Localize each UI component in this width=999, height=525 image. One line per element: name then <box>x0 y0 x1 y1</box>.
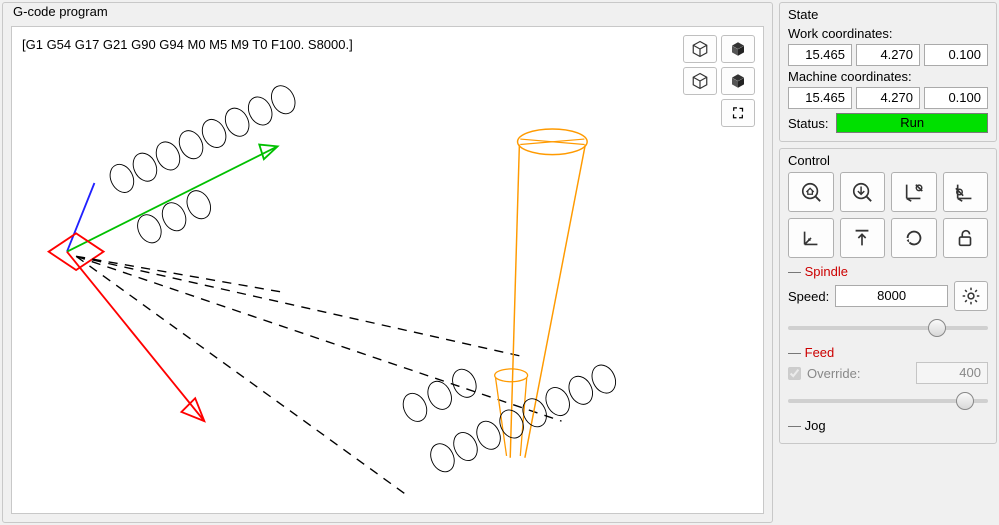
work-coordinates-label: Work coordinates: <box>788 26 988 41</box>
control-panel: Control <box>779 148 997 444</box>
safe-z-button[interactable] <box>840 218 886 258</box>
gcode-program-panel: G-code program [G1 G54 G17 G21 G90 G94 M… <box>2 2 773 523</box>
refresh-icon <box>903 227 925 249</box>
cube-filled-alt-icon <box>729 72 747 90</box>
unlock-button[interactable] <box>943 218 989 258</box>
cube-outline-icon <box>691 40 709 58</box>
work-x-value: 15.465 <box>788 44 852 66</box>
feed-label: Feed <box>805 345 835 360</box>
spindle-settings-button[interactable] <box>954 281 988 311</box>
control-title: Control <box>788 153 988 168</box>
zero-z-button[interactable] <box>943 172 989 212</box>
gear-icon <box>961 286 981 306</box>
spindle-label: Spindle <box>805 264 848 279</box>
machine-y-value: 4.270 <box>856 87 920 109</box>
view-top-solid-button[interactable] <box>683 67 717 95</box>
jog-label: Jog <box>805 418 826 433</box>
gcode-program-title: G-code program <box>11 4 764 19</box>
reset-button[interactable] <box>891 218 937 258</box>
feed-override-slider[interactable] <box>788 390 988 412</box>
feed-header: — Feed <box>788 345 988 360</box>
work-z-value: 0.100 <box>924 44 988 66</box>
expand-icon: ⛶ <box>733 106 743 120</box>
return-origin-button[interactable] <box>788 218 834 258</box>
home-search-icon <box>800 181 822 203</box>
feed-override-label: Override: <box>807 366 860 381</box>
probe-down-icon <box>851 181 873 203</box>
spindle-speed-value[interactable]: 8000 <box>835 285 948 307</box>
unlock-icon <box>954 227 976 249</box>
status-value: Run <box>836 113 988 133</box>
axes-strike-z-icon <box>954 181 976 203</box>
spindle-header: — Spindle <box>788 264 988 279</box>
state-panel: State Work coordinates: 15.465 4.270 0.1… <box>779 2 997 142</box>
feed-override-value: 400 <box>916 362 988 384</box>
machine-z-value: 0.100 <box>924 87 988 109</box>
speed-label: Speed: <box>788 289 829 304</box>
gcode-3d-view <box>12 27 763 513</box>
state-title: State <box>788 7 988 22</box>
view-iso-solid-button[interactable] <box>683 35 717 63</box>
cube-outline-alt-icon <box>691 72 709 90</box>
jog-header: — Jog <box>788 418 988 433</box>
work-y-value: 4.270 <box>856 44 920 66</box>
axes-strike-xy-icon <box>903 181 925 203</box>
machine-x-value: 15.465 <box>788 87 852 109</box>
machine-coordinates-label: Machine coordinates: <box>788 69 988 84</box>
fullscreen-button[interactable]: ⛶ <box>721 99 755 127</box>
view-top-filled-button[interactable] <box>721 67 755 95</box>
status-label: Status: <box>788 116 828 131</box>
arrow-up-bar-icon <box>851 227 873 249</box>
zero-xy-button[interactable] <box>891 172 937 212</box>
home-button[interactable] <box>788 172 834 212</box>
gcode-viewport[interactable]: [G1 G54 G17 G21 G90 G94 M0 M5 M9 T0 F100… <box>11 26 764 514</box>
probe-button[interactable] <box>840 172 886 212</box>
view-iso-filled-button[interactable] <box>721 35 755 63</box>
spindle-speed-slider[interactable] <box>788 317 988 339</box>
cube-filled-icon <box>729 40 747 58</box>
feed-override-checkbox[interactable] <box>788 367 801 380</box>
axes-origin-icon <box>800 227 822 249</box>
